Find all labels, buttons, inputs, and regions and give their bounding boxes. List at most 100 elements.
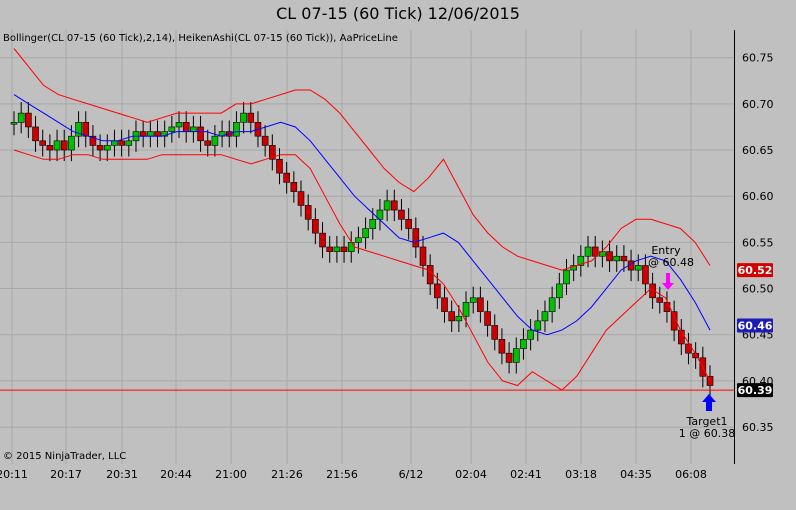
x-tick-label: 04:35	[620, 468, 652, 481]
chart-svg: 60.7560.7060.6560.6060.5560.5060.4560.40…	[0, 30, 774, 481]
candle-bear	[297, 191, 305, 206]
y-tick-label: 60.55	[742, 236, 774, 249]
candle-bull	[455, 315, 463, 322]
candle-bear	[32, 126, 39, 142]
candle-bear	[426, 265, 434, 285]
candle-bull	[240, 112, 247, 123]
candle-bear	[96, 145, 104, 151]
x-tick-label: 21:26	[271, 468, 303, 481]
x-tick-label: 02:04	[455, 468, 487, 481]
indicator-legend: Bollinger(CL 07-15 (60 Tick),2,14), Heik…	[3, 33, 398, 44]
candle-bull	[147, 131, 154, 137]
x-tick-label: 20:44	[160, 468, 192, 481]
candle-bull	[355, 237, 362, 243]
candle-bear	[405, 218, 412, 229]
candle-bull	[68, 135, 75, 151]
x-tick-label: 21:56	[326, 468, 358, 481]
candle-bull	[584, 246, 592, 257]
candle-bear	[312, 218, 319, 234]
candle-bear	[118, 140, 125, 146]
candle-bear	[182, 122, 190, 132]
x-tick-label: 20:11	[0, 468, 28, 481]
candle-bull	[469, 297, 477, 303]
x-tick-label: 20:31	[106, 468, 138, 481]
price-tag-label: 60.52	[738, 264, 773, 277]
candle-bull	[53, 140, 61, 151]
candle-bear	[434, 283, 441, 299]
candle-bull	[175, 122, 183, 128]
candle-bull	[613, 255, 621, 262]
candle-bear	[60, 140, 68, 151]
candle-bear	[82, 122, 90, 137]
y-tick-label: 60.75	[742, 52, 774, 65]
chart-title: CL 07-15 (60 Tick) 12/06/2015	[276, 4, 520, 23]
x-tick-label: 21:00	[215, 468, 247, 481]
candle-bull	[383, 200, 391, 211]
candle-bull	[634, 265, 642, 271]
candle-bear	[154, 131, 161, 137]
entry-price-label: @ 60.48	[648, 256, 694, 269]
candle-bear	[290, 182, 298, 192]
candle-bear	[340, 246, 348, 252]
candle-bear	[620, 255, 628, 262]
x-tick-label: 02:41	[510, 468, 542, 481]
bollinger-lower-band	[13, 149, 711, 391]
candle-bear	[46, 145, 54, 151]
candle-bear	[25, 112, 32, 128]
candle-bear	[304, 205, 312, 220]
candle-bull	[369, 218, 377, 229]
y-tick-label: 60.50	[742, 283, 774, 296]
candle-bear	[247, 112, 255, 123]
bollinger-middle-line	[13, 94, 711, 336]
candle-bull	[520, 339, 527, 349]
candle-bull	[333, 246, 341, 252]
candle-bear	[505, 352, 513, 363]
candle-bull	[362, 228, 369, 239]
target-arrow-icon	[702, 394, 716, 411]
candle-bull	[563, 269, 570, 285]
candle-bear	[448, 311, 455, 322]
candle-bull	[190, 126, 197, 132]
candle-bear	[319, 232, 326, 248]
entry-arrow-icon	[662, 273, 674, 290]
target-price-label: 1 @ 60.38	[679, 427, 735, 440]
candle-bull	[168, 126, 176, 132]
candle-bear	[491, 325, 499, 340]
candle-bull	[541, 311, 549, 322]
candle-bear	[390, 200, 398, 211]
y-tick-label: 60.35	[742, 421, 774, 434]
candle-bear	[326, 246, 334, 252]
candle-bear	[39, 140, 47, 146]
candle-bear	[398, 209, 405, 220]
candle-bull	[548, 297, 556, 312]
candle-bull	[512, 348, 520, 363]
candle-bear	[276, 158, 283, 174]
y-tick-label: 60.65	[742, 144, 774, 157]
candle-bull	[556, 283, 563, 299]
candle-bear	[606, 251, 613, 262]
candle-bear	[441, 297, 448, 312]
copyright-text: © 2015 NinjaTrader, LLC	[3, 451, 127, 462]
candle-bull	[10, 122, 18, 125]
candle-bull	[111, 140, 118, 146]
x-tick-label: 6/12	[399, 468, 424, 481]
candle-bull	[125, 140, 133, 146]
candle-bear	[204, 140, 212, 146]
y-tick-label: 60.70	[742, 98, 774, 111]
candle-bull	[103, 145, 111, 151]
price-tag-label: 60.46	[738, 319, 773, 332]
candle-bull	[527, 329, 534, 340]
candle-bull	[233, 122, 240, 137]
candle-bull	[462, 302, 470, 317]
candle-bear	[261, 135, 269, 146]
candle-bull	[17, 112, 25, 123]
candle-bear	[419, 246, 427, 266]
candle-bear	[656, 297, 664, 303]
candle-bull	[347, 242, 355, 252]
y-tick-label: 60.60	[742, 190, 774, 203]
x-tick-label: 06:08	[675, 468, 707, 481]
chart-panel[interactable]: 60.75 60.70 60.65 60.60 60.55 60.50 60.45 60.40…	[0, 30, 774, 481]
candle-bear	[477, 297, 484, 312]
candle-bull	[534, 320, 542, 331]
candle-bear	[283, 172, 290, 183]
